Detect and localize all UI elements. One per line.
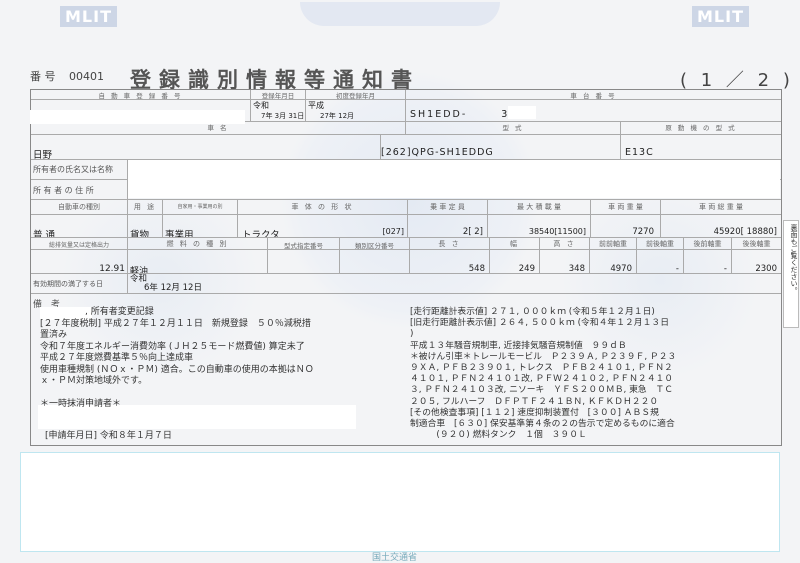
header-model: 型 式 [406,122,621,135]
header-body: 車 体 の 形 状 [238,200,408,215]
body-code: [027] [382,227,404,236]
header-length: 長 さ [410,238,490,250]
mlit-logo-left: MLIT [60,6,117,27]
header-sub-use: 自家用・事業用の別 [163,200,238,215]
sub-use-cell: 事業用 [163,215,238,238]
header-chassis: 車 台 番 号 [406,90,781,100]
ff-axle-cell: 4970 [590,250,637,274]
header-reg-date: 登録年月日 [251,90,306,100]
height-cell: 348 [540,250,590,274]
header-first-reg: 初度登録年月 [306,90,406,100]
fr-axle-cell: - [637,250,684,274]
class-no-cell [340,250,410,274]
redaction [30,110,245,124]
length-cell: 548 [410,250,490,274]
gross-weight-cell: 45920[ 18880] [661,215,781,238]
body-shape: トラクタ [242,230,280,238]
reg-date-cell: 令和 7年 3月 31日 [251,100,306,122]
width-cell: 249 [490,250,540,274]
header-fuel: 燃 料 の 種 別 [128,238,268,250]
header-owner-name: 所有者の氏名又は名称 [31,160,128,180]
expiry-date: 6年 12月 12日 [144,283,202,293]
remarks-right: [走行距離計表示値] ２７１, ０００ｋｍ (令和５年１２月１日) [旧走行距離… [410,307,677,441]
seal-decoration [300,2,500,26]
engine-cell: E13C [621,135,781,160]
application-date: [申請年月日] 令和８年１月７日 [45,431,172,441]
redacted-footer-box [20,452,780,552]
body-cell: トラクタ [027] [238,215,408,238]
header-gross-weight: 車 両 総 重 量 [661,200,781,215]
header-ff-axle: 前前軸重 [590,238,637,250]
header-rf-axle: 後前軸重 [684,238,732,250]
header-rr-axle: 後後軸重 [732,238,781,250]
first-reg-date: 27年 12月 [320,112,355,120]
weight-cell: 7270 [591,215,661,238]
number-value: 00401 [69,70,104,83]
header-max-load: 最 大 積 載 量 [488,200,591,215]
reg-date: 7年 3月 31日 [261,112,305,120]
first-reg-cell: 平成 27年 12月 [306,100,406,122]
max-load-cell: 38540[11500] [488,215,591,238]
number-label: 番 号 [30,70,56,83]
mlit-logo-right: MLIT [692,6,749,27]
header-displacement: 総排気量又は定格出力 [31,238,128,250]
header-engine: 原 動 機 の 型 式 [621,122,781,135]
maker-cell: 日野 [31,135,381,160]
first-reg-era: 平成 [308,101,324,110]
use-cell: 貨物 [128,215,163,238]
header-width: 幅 [490,238,540,250]
header-capacity: 乗 車 定 員 [408,200,488,215]
header-owner-address: 所 有 者 の 住 所 [31,180,128,200]
redaction [508,106,536,119]
header-kind: 自動車の種別 [31,200,128,215]
kind-cell: 普 通 [31,215,128,238]
header-fr-axle: 前後軸重 [637,238,684,250]
remarks-left: , 所有者変更記録 [２７年度税制] 平成２７年１２月１１日 新規登録 ５０％減… [40,307,314,409]
redaction [128,160,780,198]
expiry-era: 令和 [130,274,148,284]
header-reg-no: 自 動 車 登 録 番 号 [31,90,251,100]
reg-era: 令和 [253,101,269,110]
type-no-cell [268,250,340,274]
rr-axle-cell: 2300 [732,250,781,274]
header-use: 用 途 [128,200,163,215]
model-cell: [262]QPG-SH1EDDG [381,135,621,160]
footer-ministry: 国土交通省 [372,553,418,563]
chassis-number: SH1EDD- [410,109,468,120]
fuel-cell: 軽油 [128,250,268,274]
expiry-cell: 令和 6年 12月 12日 [128,274,781,294]
side-note: 裏面もご覧ください。 [783,220,799,328]
displacement-cell: 12.91 [31,250,128,274]
capacity-cell: 2[ 2] [408,215,488,238]
header-type-no: 型式指定番号 [268,238,340,250]
document-page: MLIT MLIT 番 号 00401 登録識別情報等通知書 ( 1 ／ 2 )… [0,0,800,563]
header-class-no: 類別区分番号 [340,238,410,250]
document-number: 番 号 00401 [30,68,104,84]
header-expiry: 有効期間の満了する日 [31,274,128,294]
header-weight: 車 両 重 量 [591,200,661,215]
rf-axle-cell: - [684,250,732,274]
header-height: 高 さ [540,238,590,250]
chassis-cell: SH1EDD-328 [406,100,781,122]
